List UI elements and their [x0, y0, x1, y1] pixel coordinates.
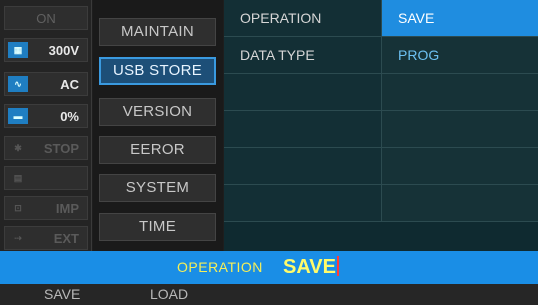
menu-item-system[interactable]: SYSTEM	[99, 174, 216, 202]
external-icon: ⇢	[14, 233, 22, 243]
text-cursor	[336, 256, 339, 276]
table-row[interactable]: OPERATION SAVE	[224, 0, 538, 37]
stop-icon: ✱	[14, 143, 22, 153]
mode-indicator: ∿ AC	[4, 72, 88, 96]
table-row	[224, 185, 538, 222]
edit-value-field[interactable]: SAVE	[283, 251, 339, 284]
row-key: OPERATION	[224, 0, 382, 36]
menu-item-version[interactable]: VERSION	[99, 98, 216, 126]
table-row	[224, 111, 538, 148]
table-row[interactable]: DATA TYPE PROG	[224, 37, 538, 74]
row-value[interactable]: SAVE	[382, 0, 538, 36]
impedance-icon: ⊡	[14, 203, 22, 213]
menu-item-error[interactable]: EEROR	[99, 136, 216, 164]
menu-item-usb-store[interactable]: USB STORE	[99, 57, 216, 85]
status-panel: ON ▦ 300V ∿ AC ▬ 0% ✱ STOP ▤ ⊡ IMP ⇢ EXT	[0, 0, 92, 251]
menu-item-maintain[interactable]: MAINTAIN	[99, 18, 216, 46]
voltage-range-indicator: ▦ 300V	[4, 38, 88, 62]
save-softkey[interactable]: SAVE	[44, 284, 80, 305]
edit-bar: OPERATION SAVE	[0, 251, 538, 284]
menu-item-time[interactable]: TIME	[99, 213, 216, 241]
imp-indicator: ⊡ IMP	[4, 196, 88, 220]
row-value[interactable]: PROG	[382, 37, 538, 73]
row-value	[382, 185, 538, 221]
row-key	[224, 74, 382, 110]
lock-icon: ▤	[13, 173, 23, 183]
percent-indicator: ▬ 0%	[4, 104, 88, 128]
ext-indicator: ⇢ EXT	[4, 226, 88, 250]
stop-indicator: ✱ STOP	[4, 136, 88, 160]
table-row	[224, 148, 538, 185]
battery-icon: ▬	[8, 108, 28, 124]
row-key	[224, 111, 382, 147]
table-row	[224, 74, 538, 111]
edit-label: OPERATION	[177, 259, 263, 275]
row-value	[382, 74, 538, 110]
row-value	[382, 148, 538, 184]
row-key	[224, 148, 382, 184]
menu-panel: MAINTAIN USB STORE VERSION EEROR SYSTEM …	[93, 0, 223, 251]
softkey-bar: SAVE LOAD	[0, 284, 538, 305]
lock-indicator: ▤	[4, 166, 88, 190]
wave-icon: ∿	[8, 76, 28, 92]
row-value	[382, 111, 538, 147]
settings-table: OPERATION SAVE DATA TYPE PROG	[224, 0, 538, 251]
load-softkey[interactable]: LOAD	[150, 284, 188, 305]
row-key: DATA TYPE	[224, 37, 382, 73]
voltage-range-icon: ▦	[8, 42, 28, 58]
row-key	[224, 185, 382, 221]
output-on-indicator: ON	[4, 6, 88, 30]
